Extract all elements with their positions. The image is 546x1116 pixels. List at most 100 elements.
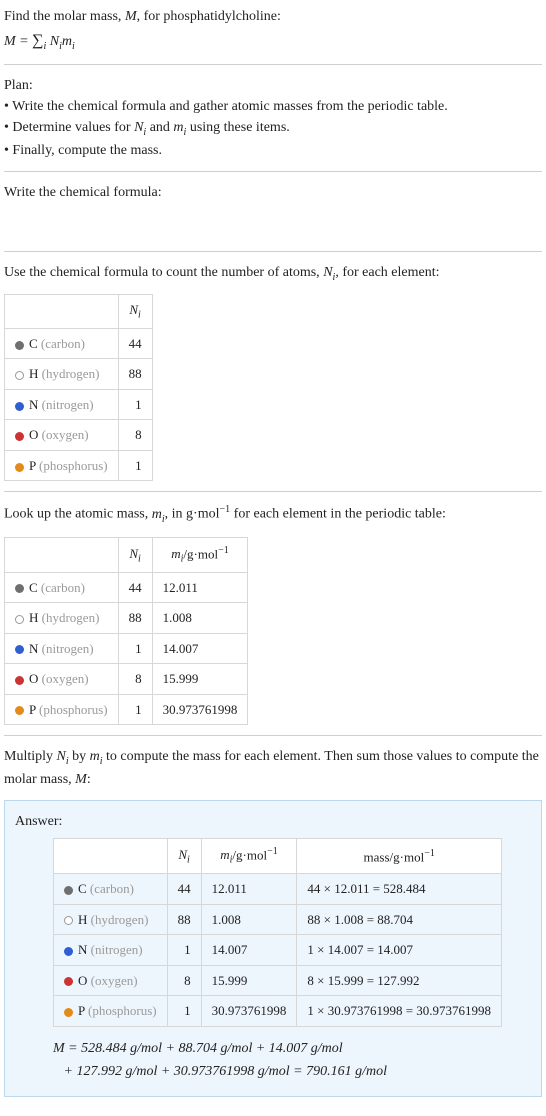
answer-table: Ni mi/g·mol−1 mass/g·mol−1 C (carbon)441… [53, 838, 502, 1026]
mi-cell: 14.007 [152, 633, 248, 664]
mass-cell: 1 × 30.973761998 = 30.973761998 [297, 996, 502, 1027]
step-lookup-mass: Look up the atomic mass, mi, in g·mol−1 … [4, 502, 542, 526]
table-row: C (carbon)4412.01144 × 12.011 = 528.484 [54, 874, 502, 905]
atomic-mass-table: Ni mi/g·mol−1 C (carbon)4412.011H (hydro… [4, 537, 248, 725]
plan-block: Plan: • Write the chemical formula and g… [4, 75, 542, 161]
mi-cell: 30.973761998 [201, 996, 297, 1027]
header-blank [54, 839, 168, 874]
ni-cell: 1 [118, 389, 152, 420]
element-cell: N (nitrogen) [5, 633, 119, 664]
plan-heading: Plan: [4, 75, 542, 96]
table-row: P (phosphorus)130.9737619981 × 30.973761… [54, 996, 502, 1027]
header-ni: Ni [167, 839, 201, 874]
answer-equation: M = 528.484 g/mol + 88.704 g/mol + 14.00… [53, 1037, 531, 1085]
mi-cell: 15.999 [201, 965, 297, 996]
table-header-row: Ni mi/g·mol−1 [5, 537, 248, 572]
table-row: O (oxygen)815.999 [5, 664, 248, 695]
element-cell: O (oxygen) [5, 420, 119, 451]
intro-block: Find the molar mass, M, for phosphatidyl… [4, 6, 542, 54]
header-mi: mi/g·mol−1 [152, 537, 248, 572]
ni-cell: 8 [118, 664, 152, 695]
ni-cell: 1 [118, 450, 152, 481]
divider [4, 64, 542, 65]
mass-cell: 88 × 1.008 = 88.704 [297, 904, 502, 935]
ni-cell: 44 [167, 874, 201, 905]
element-cell: P (phosphorus) [5, 694, 119, 725]
header-mi: mi/g·mol−1 [201, 839, 297, 874]
element-cell: C (carbon) [54, 874, 168, 905]
mi-cell: 12.011 [152, 572, 248, 603]
step-multiply: Multiply Ni by mi to compute the mass fo… [4, 746, 542, 790]
element-cell: H (hydrogen) [5, 603, 119, 634]
plan-item-text: Finally, compute the mass. [12, 143, 162, 158]
ni-cell: 8 [118, 420, 152, 451]
header-mass: mass/g·mol−1 [297, 839, 502, 874]
header-blank [5, 537, 119, 572]
mi-cell: 1.008 [152, 603, 248, 634]
table-row: O (oxygen)8 [5, 420, 153, 451]
element-cell: C (carbon) [5, 572, 119, 603]
divider [4, 735, 542, 736]
element-cell: O (oxygen) [5, 664, 119, 695]
divider [4, 491, 542, 492]
mi-cell: 15.999 [152, 664, 248, 695]
answer-eq-line2: + 127.992 g/mol + 30.973761998 g/mol = 7… [64, 1064, 388, 1079]
table-row: N (nitrogen)1 [5, 389, 153, 420]
header-ni: Ni [118, 295, 152, 329]
header-blank [5, 295, 119, 329]
ni-cell: 8 [167, 965, 201, 996]
table-row: O (oxygen)815.9998 × 15.999 = 127.992 [54, 965, 502, 996]
ni-cell: 44 [118, 328, 152, 359]
mass-cell: 44 × 12.011 = 528.484 [297, 874, 502, 905]
table-row: C (carbon)4412.011 [5, 572, 248, 603]
element-cell: O (oxygen) [54, 965, 168, 996]
divider [4, 171, 542, 172]
intro-text: Find the molar mass, M, for phosphatidyl… [4, 6, 542, 27]
plan-item: • Determine values for Ni and mi using t… [4, 117, 542, 140]
mi-cell: 1.008 [201, 904, 297, 935]
atom-count-table: Ni C (carbon)44H (hydrogen)88N (nitrogen… [4, 294, 153, 481]
ni-cell: 1 [118, 694, 152, 725]
header-ni: Ni [118, 537, 152, 572]
ni-cell: 88 [167, 904, 201, 935]
ni-cell: 88 [118, 359, 152, 390]
table-row: N (nitrogen)114.0071 × 14.007 = 14.007 [54, 935, 502, 966]
answer-box: Answer: Ni mi/g·mol−1 mass/g·mol−1 C (ca… [4, 800, 542, 1097]
element-cell: P (phosphorus) [5, 450, 119, 481]
divider [4, 251, 542, 252]
table-row: H (hydrogen)881.00888 × 1.008 = 88.704 [54, 904, 502, 935]
step-count-atoms: Use the chemical formula to count the nu… [4, 262, 542, 285]
step-write-formula: Write the chemical formula: [4, 182, 542, 203]
mi-cell: 14.007 [201, 935, 297, 966]
table-row: H (hydrogen)88 [5, 359, 153, 390]
ni-cell: 1 [167, 996, 201, 1027]
table-row: P (phosphorus)130.973761998 [5, 694, 248, 725]
table-header-row: Ni mi/g·mol−1 mass/g·mol−1 [54, 839, 502, 874]
ni-cell: 88 [118, 603, 152, 634]
ni-cell: 1 [167, 935, 201, 966]
ni-cell: 1 [118, 633, 152, 664]
answer-label: Answer: [15, 811, 531, 832]
table-row: P (phosphorus)1 [5, 450, 153, 481]
element-cell: H (hydrogen) [54, 904, 168, 935]
plan-item: • Finally, compute the mass. [4, 140, 542, 161]
plan-item-text: Write the chemical formula and gather at… [12, 99, 448, 114]
mass-cell: 8 × 15.999 = 127.992 [297, 965, 502, 996]
table-row: H (hydrogen)881.008 [5, 603, 248, 634]
ni-cell: 44 [118, 572, 152, 603]
molar-mass-formula: M = ∑i Nimi [4, 29, 542, 54]
table-row: C (carbon)44 [5, 328, 153, 359]
answer-eq-line1: M = 528.484 g/mol + 88.704 g/mol + 14.00… [53, 1041, 343, 1056]
element-cell: N (nitrogen) [54, 935, 168, 966]
mass-cell: 1 × 14.007 = 14.007 [297, 935, 502, 966]
formula-placeholder [4, 213, 542, 241]
element-cell: P (phosphorus) [54, 996, 168, 1027]
table-header-row: Ni [5, 295, 153, 329]
element-cell: H (hydrogen) [5, 359, 119, 390]
mi-cell: 30.973761998 [152, 694, 248, 725]
mi-cell: 12.011 [201, 874, 297, 905]
element-cell: N (nitrogen) [5, 389, 119, 420]
plan-item: • Write the chemical formula and gather … [4, 96, 542, 117]
element-cell: C (carbon) [5, 328, 119, 359]
table-row: N (nitrogen)114.007 [5, 633, 248, 664]
